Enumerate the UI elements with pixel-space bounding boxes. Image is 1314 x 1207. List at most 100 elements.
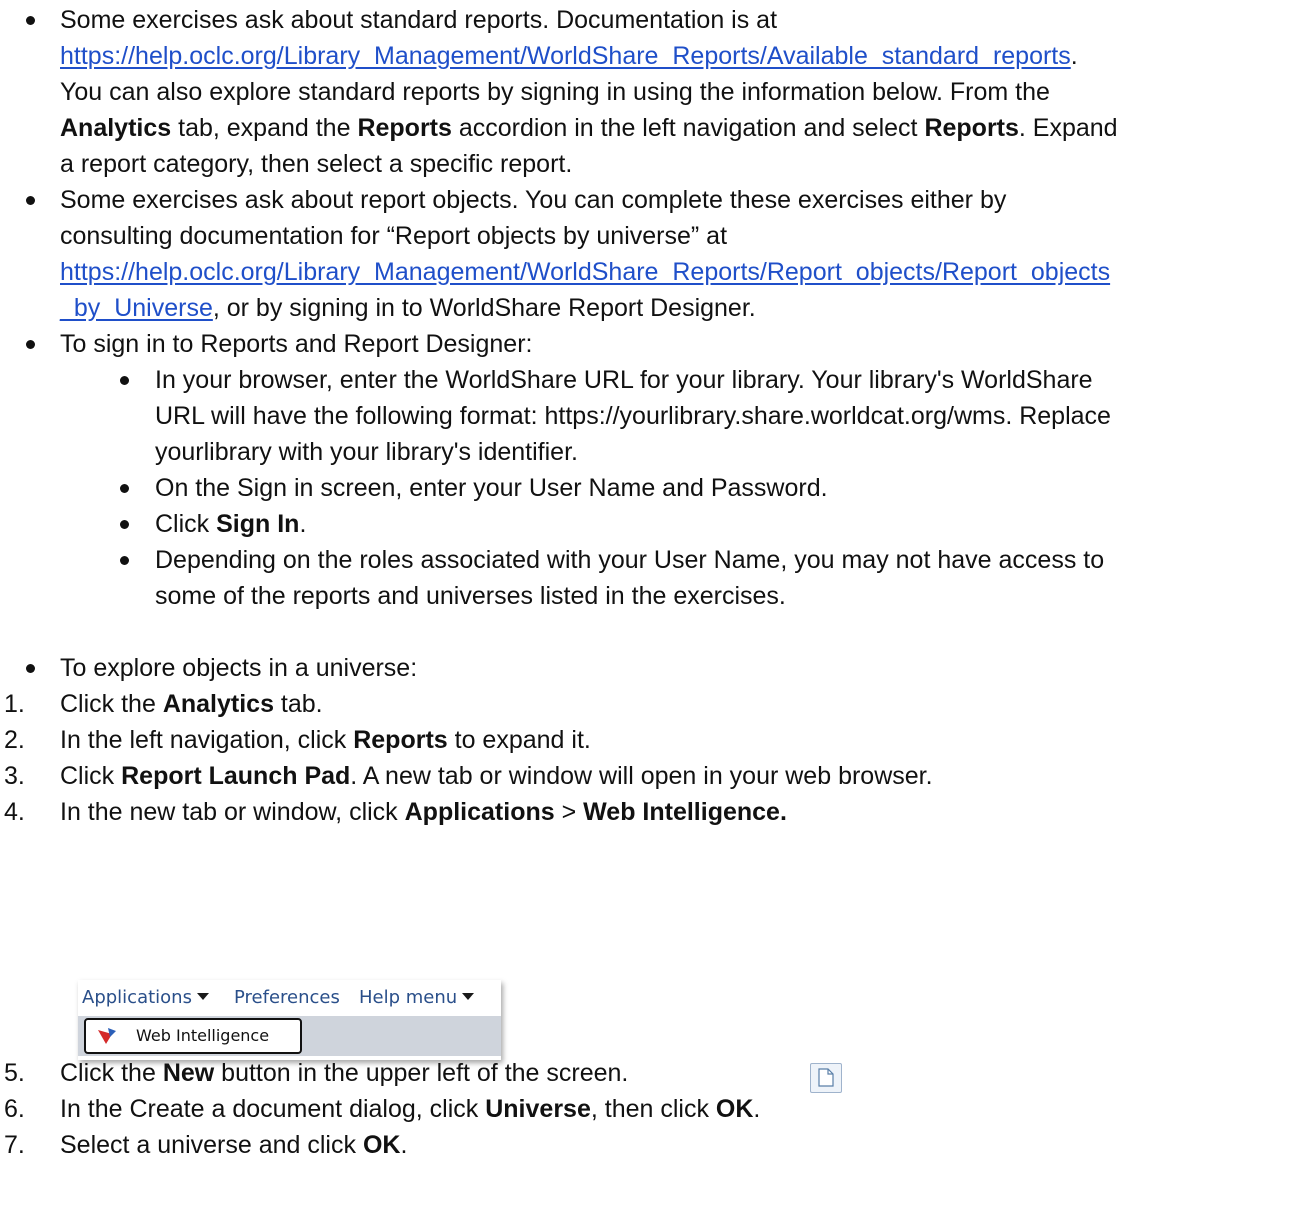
text-line: In the left navigation, click Reports to… (60, 722, 591, 758)
bold-term: OK (362, 1131, 401, 1159)
text-line: https://help.oclc.org/Library_Management… (60, 254, 1110, 290)
text-run: . (400, 1131, 408, 1159)
text-run: . (1070, 42, 1078, 70)
bullet-marker (26, 664, 35, 673)
menu-item-web-intelligence[interactable]: Web Intelligence (84, 1018, 302, 1054)
menu-help-label: Help menu (359, 987, 458, 1008)
menu-bar: Applications Preferences Help menu (78, 980, 501, 1016)
text-run: Click (60, 762, 122, 790)
bold-term: New (162, 1059, 215, 1087)
step-number: 2. (4, 726, 25, 754)
text-line: _by_Universe, or by signing in to WorldS… (60, 290, 756, 326)
bold-term: Applications (404, 798, 555, 826)
menu-preferences[interactable]: Preferences (234, 980, 340, 1016)
bold-term: OK (715, 1095, 754, 1123)
doc-link[interactable]: _by_Universe (60, 294, 213, 322)
text-run: . (299, 510, 307, 538)
text-line: Click the New button in the upper left o… (60, 1055, 628, 1091)
text-run: , then click (590, 1095, 716, 1123)
bold-term: Analytics (60, 114, 172, 142)
text-line: Some exercises ask about report objects.… (60, 182, 1006, 218)
text-line: In the new tab or window, click Applicat… (60, 794, 787, 830)
menu-applications[interactable]: Applications (82, 980, 209, 1016)
text-run: Some exercises ask about standard report… (60, 6, 778, 34)
new-button[interactable] (810, 1063, 842, 1093)
text-line: Depending on the roles associated with y… (155, 542, 1104, 578)
menu-item-label: Web Intelligence (136, 1026, 270, 1045)
text-run: In the left navigation, click (60, 726, 354, 754)
step-number: 6. (4, 1095, 25, 1123)
text-run: URL will have the following format: http… (155, 402, 1111, 430)
caret-down-icon (196, 992, 209, 1000)
bullet-marker (26, 196, 35, 205)
bullet-marker (26, 340, 35, 349)
bullet-marker (120, 484, 129, 493)
web-intelligence-icon (98, 1028, 116, 1044)
text-run: On the Sign in screen, enter your User N… (155, 474, 828, 502)
text-line: Click the Analytics tab. (60, 686, 323, 722)
new-document-icon (818, 1068, 834, 1087)
text-run: tab. (273, 690, 323, 718)
text-line: You can also explore standard reports by… (60, 74, 1050, 110)
bullet-marker (120, 556, 129, 565)
text-run: , or by signing in to WorldShare Report … (212, 294, 756, 322)
step-number: 1. (4, 690, 25, 718)
text-line: yourlibrary with your library's identifi… (155, 434, 578, 470)
text-run: To explore objects in a universe: (60, 654, 418, 682)
text-line: In the Create a document dialog, click U… (60, 1091, 760, 1127)
text-line: Analytics tab, expand the Reports accord… (60, 110, 1118, 146)
bold-term: Reports (924, 114, 1019, 142)
text-run: accordion in the left navigation and sel… (451, 114, 925, 142)
bullet-marker (120, 520, 129, 529)
text-run: Some exercises ask about report objects.… (60, 186, 1007, 214)
text-run: a report category, then select a specifi… (60, 150, 573, 178)
text-line: URL will have the following format: http… (155, 398, 1111, 434)
step-number: 7. (4, 1131, 25, 1159)
step-number: 5. (4, 1059, 25, 1087)
text-run: Click the (60, 1059, 163, 1087)
text-run: To sign in to Reports and Report Designe… (60, 330, 533, 358)
text-run: tab, expand the (171, 114, 358, 142)
bold-term: Web Intelligence. (583, 798, 787, 826)
applications-menu-screenshot: Applications Preferences Help menu Web I… (78, 980, 501, 1060)
text-run: . A new tab or window will open in your … (350, 762, 933, 790)
bullet-marker (26, 16, 35, 25)
text-run: > (554, 798, 584, 826)
text-line: some of the reports and universes listed… (155, 578, 786, 614)
doc-link[interactable]: https://help.oclc.org/Library_Management… (60, 258, 1110, 286)
bullet-marker (120, 376, 129, 385)
step-number: 3. (4, 762, 25, 790)
text-run: Depending on the roles associated with y… (155, 546, 1105, 574)
text-line: a report category, then select a specifi… (60, 146, 572, 182)
text-line: https://help.oclc.org/Library_Management… (60, 38, 1078, 74)
text-line: Select a universe and click OK. (60, 1127, 407, 1163)
text-line: consulting documentation for “Report obj… (60, 218, 727, 254)
bold-term: Analytics (162, 690, 274, 718)
text-line: In your browser, enter the WorldShare UR… (155, 362, 1093, 398)
document-page: Applications Preferences Help menu Web I… (0, 0, 1314, 1207)
text-line: On the Sign in screen, enter your User N… (155, 470, 828, 506)
text-run: Click (155, 510, 217, 538)
text-run: In the new tab or window, click (60, 798, 405, 826)
text-run: . (753, 1095, 761, 1123)
text-run: You can also explore standard reports by… (60, 78, 1050, 106)
menu-applications-label: Applications (82, 987, 192, 1008)
text-line: Some exercises ask about standard report… (60, 2, 777, 38)
bold-term: Universe (485, 1095, 591, 1123)
text-run: Click the (60, 690, 163, 718)
text-run: consulting documentation for “Report obj… (60, 222, 728, 250)
text-run: some of the reports and universes listed… (155, 582, 786, 610)
step-number: 4. (4, 798, 25, 826)
text-run: In the Create a document dialog, click (60, 1095, 486, 1123)
text-run: yourlibrary with your library's identifi… (155, 438, 578, 466)
caret-down-icon (462, 992, 475, 1000)
bold-term: Reports (353, 726, 448, 754)
bold-term: Report Launch Pad (121, 762, 351, 790)
text-run: . Expand (1018, 114, 1118, 142)
text-line: Click Report Launch Pad. A new tab or wi… (60, 758, 933, 794)
bold-term: Sign In (216, 510, 300, 538)
menu-help[interactable]: Help menu (359, 980, 475, 1016)
doc-link[interactable]: https://help.oclc.org/Library_Management… (60, 42, 1071, 70)
text-line: To explore objects in a universe: (60, 650, 417, 686)
text-line: To sign in to Reports and Report Designe… (60, 326, 532, 362)
